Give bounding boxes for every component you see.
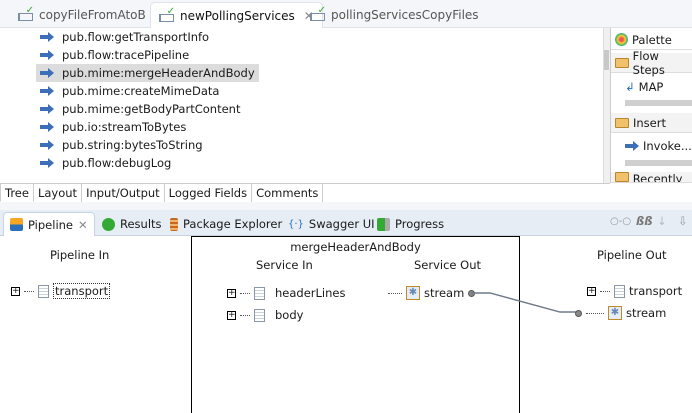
flow-step-list: pub.flow:getTransportInfo pub.flow:trace… (0, 28, 603, 183)
item-label: pub.mime:createMimeData (62, 84, 220, 98)
list-item[interactable]: pub.mime:getBodyPartContent (36, 100, 244, 118)
list-item[interactable]: pub.flow:getTransportInfo (36, 28, 213, 46)
service-icon (159, 6, 175, 22)
item-label: pub.string:bytesToString (62, 138, 203, 152)
link-handle[interactable] (575, 309, 582, 317)
map-icon: ↲ (625, 80, 635, 94)
folder-icon (615, 172, 629, 182)
editor-tab-newpollingservices[interactable]: newPollingServices✕ (150, 2, 323, 28)
palette-item-document[interactable] (625, 160, 692, 166)
invoke-arrow-icon (40, 50, 54, 60)
list-item[interactable]: pub.io:streamToBytes (36, 118, 190, 136)
palette-icon (615, 33, 628, 46)
tab-input-output[interactable]: Input/Output (82, 184, 165, 202)
pipeline-out-var-transport[interactable]: + transport (587, 284, 682, 298)
invoke-arrow-icon (625, 141, 639, 151)
tab-label: copyFileFromAtoB (39, 8, 146, 22)
set-value-icon[interactable]: ↓ (657, 214, 667, 228)
tab-layout[interactable]: Layout (34, 184, 83, 202)
invoke-arrow-icon (40, 122, 54, 132)
palette-header: Palette (611, 30, 692, 50)
view-tab-bar: Pipeline ✕ Results Package Explorer {·} Sw… (0, 210, 692, 236)
palette-section-insert[interactable]: Insert (611, 113, 692, 133)
pipeline-icon (10, 218, 23, 231)
item-label: pub.flow:tracePipeline (62, 48, 190, 62)
list-item[interactable]: pub.mime:createMimeData (36, 82, 223, 100)
item-label: pub.flow:getTransportInfo (62, 30, 210, 44)
service-icon (18, 5, 34, 21)
map-toggle-icon[interactable]: ßß (636, 214, 653, 228)
palette-panel: Palette Flow Steps ↲ MAP Insert Invoke...… (610, 28, 692, 183)
tab-label: Swagger UI (308, 217, 375, 231)
tab-pipeline[interactable]: Pipeline ✕ (3, 212, 95, 236)
close-icon[interactable]: ✕ (78, 218, 88, 232)
editor-bottom-tabs: Tree Layout Input/Output Logged Fields C… (0, 183, 610, 202)
invoke-arrow-icon (40, 104, 54, 114)
tab-package-explorer[interactable]: Package Explorer (164, 212, 288, 236)
var-label: transport (629, 284, 683, 298)
swagger-icon: {·} (288, 218, 304, 230)
tab-label: Pipeline (28, 217, 74, 232)
document-ref-icon (614, 284, 625, 298)
results-icon (102, 217, 115, 231)
expand-icon[interactable]: + (587, 286, 596, 296)
editor-tab-copyfilefromatob[interactable]: copyFileFromAtoB (10, 2, 154, 28)
folder-icon (615, 57, 629, 68)
scrollbar-thumb[interactable] (604, 50, 609, 70)
section-label: Flow Steps (632, 48, 665, 77)
tab-progress[interactable]: Progress (371, 212, 450, 236)
tab-label: pollingServicesCopyFiles (331, 8, 479, 22)
list-item-selected[interactable]: pub.mime:mergeHeaderAndBody (36, 64, 259, 82)
pipeline-out-var-stream[interactable]: ✱ stream (575, 306, 666, 320)
object-icon: ✱ (608, 306, 622, 320)
palette-item-invoke[interactable]: Invoke... (611, 136, 692, 156)
item-label: Invoke... (643, 139, 692, 153)
list-item[interactable]: pub.flow:tracePipeline (36, 46, 193, 64)
tab-label: Progress (395, 217, 445, 231)
tab-swagger-ui[interactable]: {·} Swagger UI (282, 212, 381, 236)
list-item[interactable]: pub.flow:debugLog (36, 154, 175, 172)
invoke-arrow-icon (40, 158, 54, 168)
tab-results[interactable]: Results (96, 212, 168, 236)
item-label: MAP (638, 80, 664, 94)
tab-label: newPollingServices (180, 8, 295, 23)
pipeline-out-header: Pipeline Out (597, 248, 667, 262)
tab-label: Package Explorer (183, 217, 283, 231)
palette-title: Palette (632, 32, 672, 47)
drop-icon[interactable]: ⇩ (678, 214, 688, 228)
map-link-line[interactable] (0, 236, 692, 413)
palette-section-recently-used[interactable]: Recently U (611, 172, 692, 183)
invoke-arrow-icon (40, 140, 54, 150)
editor-tab-pollingservicescopyfiles[interactable]: pollingServicesCopyFiles (302, 2, 487, 28)
section-label: Insert (633, 115, 666, 130)
list-item[interactable]: pub.string:bytesToString (36, 136, 207, 154)
palette-item-map[interactable]: ↲ MAP (611, 77, 692, 97)
pipeline-editor: Pipeline In + transport mergeHeaderAndBod… (0, 236, 692, 413)
invoke-arrow-icon (40, 68, 54, 78)
folder-icon (615, 117, 629, 128)
palette-item-branch[interactable] (625, 100, 692, 106)
editor-tab-bar: copyFileFromAtoB newPollingServices✕ pol… (0, 0, 692, 28)
tab-label: Results (120, 217, 162, 231)
section-label: Recently U (632, 172, 683, 183)
progress-icon (377, 217, 390, 231)
palette-section-flow-steps[interactable]: Flow Steps (611, 49, 692, 77)
tab-tree[interactable]: Tree (0, 184, 34, 202)
package-icon (170, 217, 178, 231)
service-icon (310, 5, 326, 21)
invoke-arrow-icon (40, 32, 54, 42)
tab-logged-fields[interactable]: Logged Fields (165, 184, 253, 202)
invoke-arrow-icon (40, 86, 54, 96)
tab-comments[interactable]: Comments (252, 184, 324, 202)
item-label: pub.mime:getBodyPartContent (62, 102, 241, 116)
item-label: pub.mime:mergeHeaderAndBody (62, 66, 255, 80)
link-icon[interactable]: ○-○ (610, 216, 631, 227)
item-label: pub.flow:debugLog (62, 156, 172, 170)
var-label: stream (626, 306, 667, 320)
item-label: pub.io:streamToBytes (62, 120, 187, 134)
